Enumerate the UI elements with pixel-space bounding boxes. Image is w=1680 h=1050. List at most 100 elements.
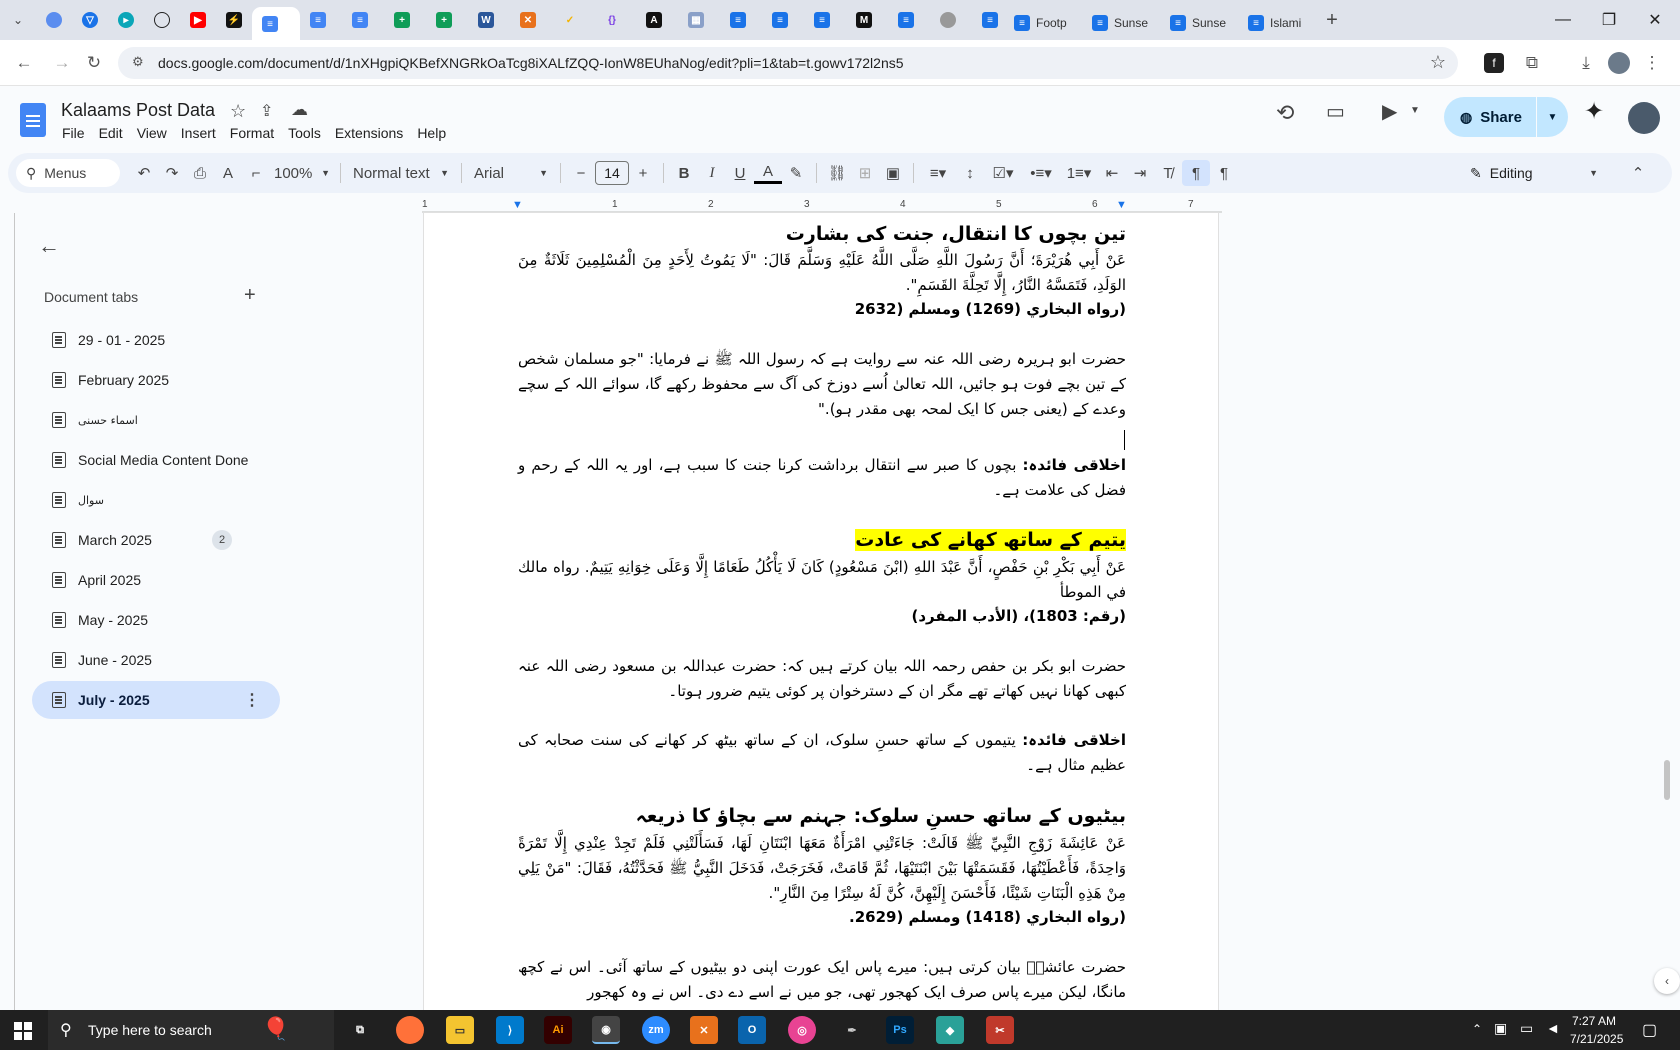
pinned-tab-icon[interactable]: A bbox=[646, 12, 662, 28]
extensions-puzzle-icon[interactable]: ⧉ bbox=[1520, 51, 1544, 75]
vscode-icon[interactable]: ⟩ bbox=[496, 1016, 524, 1044]
collapse-menu-icon[interactable]: ⌃ bbox=[1624, 160, 1652, 186]
numbered-list-icon[interactable]: 1≡▾ bbox=[1060, 160, 1098, 186]
sheets-icon[interactable]: + bbox=[436, 12, 452, 28]
sidebar-tab-asma-husna[interactable]: اسماء حسنی bbox=[32, 401, 280, 439]
bold-icon[interactable]: B bbox=[670, 160, 698, 186]
pinned-tab-icon[interactable]: ✓ bbox=[562, 12, 578, 28]
history-icon[interactable]: ⟲ bbox=[1276, 100, 1294, 126]
user-avatar[interactable] bbox=[1628, 102, 1660, 134]
pinned-tab-icon[interactable]: ⚡ bbox=[226, 12, 242, 28]
tray-chevron-up-icon[interactable]: ⌃ bbox=[1472, 1022, 1482, 1036]
docs-icon[interactable]: ≡ bbox=[730, 12, 746, 28]
outlook-icon[interactable]: O bbox=[738, 1016, 766, 1044]
tray-icon[interactable]: ▣ bbox=[1494, 1020, 1507, 1037]
font-select[interactable]: Arial ▼ bbox=[468, 160, 554, 186]
globe-tab-icon[interactable] bbox=[940, 12, 956, 28]
address-bar[interactable]: ⚙ docs.google.com/document/d/1nXHgpiQKBe… bbox=[118, 47, 1458, 79]
print-icon[interactable]: ⎙ bbox=[186, 160, 214, 186]
font-size-input[interactable]: 14 bbox=[595, 161, 629, 185]
paint-format-icon[interactable]: ⌐ bbox=[242, 160, 270, 186]
sidebar-tab-april-2025[interactable]: April 2025 bbox=[32, 561, 280, 599]
increase-indent-icon[interactable]: ⇥ bbox=[1126, 160, 1154, 186]
taskbar-search-input[interactable]: ⚲ Type here to search 🎈 bbox=[48, 1010, 334, 1050]
more-options-icon[interactable]: ⋮ bbox=[244, 690, 260, 710]
undo-icon[interactable]: ↶ bbox=[130, 160, 158, 186]
app-icon[interactable]: ◆ bbox=[936, 1016, 964, 1044]
browser-tab-0[interactable]: ≡ Footp bbox=[1004, 7, 1082, 39]
browser-tab-3[interactable]: ≡ Islami bbox=[1238, 7, 1316, 39]
restore-icon[interactable]: ❐ bbox=[1586, 0, 1632, 40]
browser-tab-2[interactable]: ≡ Sunse bbox=[1160, 7, 1238, 39]
redo-icon[interactable]: ↷ bbox=[158, 160, 186, 186]
zoom-select[interactable]: 100% ▼ bbox=[270, 160, 334, 186]
photoshop-icon[interactable]: Ps bbox=[886, 1016, 914, 1044]
spellcheck-icon[interactable]: A bbox=[214, 160, 242, 186]
chrome-icon[interactable]: ◉ bbox=[592, 1016, 620, 1044]
code-tab-icon[interactable]: {} bbox=[604, 12, 620, 28]
sidebar-tab-june-2025[interactable]: June - 2025 bbox=[32, 641, 280, 679]
sidebar-tab-29-01-2025[interactable]: 29 - 01 - 2025 bbox=[32, 321, 280, 359]
back-icon[interactable]: ← bbox=[12, 51, 36, 75]
extension-icon[interactable]: f bbox=[1484, 53, 1504, 73]
share-button[interactable]: ◍ Share ▼ bbox=[1444, 97, 1568, 137]
text-color-icon[interactable]: A bbox=[754, 162, 782, 184]
line-spacing-icon[interactable]: ↕ bbox=[956, 160, 984, 186]
word-tab-icon[interactable]: W bbox=[478, 12, 494, 28]
editing-mode-select[interactable]: ✎ Editing ▼ bbox=[1470, 159, 1598, 187]
menu-insert[interactable]: Insert bbox=[181, 125, 223, 141]
sidebar-tab-march-2025[interactable]: March 2025 2 bbox=[32, 521, 280, 559]
minimize-icon[interactable]: — bbox=[1540, 0, 1586, 40]
highlight-color-icon[interactable]: ✎ bbox=[782, 160, 810, 186]
task-view-icon[interactable]: ⧉ bbox=[346, 1016, 374, 1044]
chevron-down-icon[interactable]: ▼ bbox=[1410, 105, 1420, 116]
menu-format[interactable]: Format bbox=[230, 125, 281, 141]
browser-menu-icon[interactable]: ⋮ bbox=[1640, 51, 1664, 75]
pinned-tab-icon[interactable]: ✕ bbox=[520, 12, 536, 28]
style-select[interactable]: Normal text ▼ bbox=[347, 160, 455, 186]
ltr-icon[interactable]: ¶ bbox=[1182, 160, 1210, 186]
youtube-tab-icon[interactable]: ▶ bbox=[190, 12, 206, 28]
align-icon[interactable]: ≡▾ bbox=[920, 160, 956, 186]
pen-tool-icon[interactable]: ✒ bbox=[838, 1016, 866, 1044]
illustrator-icon[interactable]: Ai bbox=[544, 1016, 572, 1044]
pinned-tab-icon[interactable]: ▸ bbox=[118, 12, 134, 28]
rtl-icon[interactable]: ¶ bbox=[1210, 160, 1238, 186]
sidebar-tab-february-2025[interactable]: February 2025 bbox=[32, 361, 280, 399]
menu-tools[interactable]: Tools bbox=[288, 125, 328, 141]
docs-icon[interactable]: ≡ bbox=[898, 12, 914, 28]
menus-search[interactable]: ⚲ Menus bbox=[16, 159, 120, 187]
sheets-icon[interactable]: + bbox=[394, 12, 410, 28]
docs-icon[interactable]: ≡ bbox=[814, 12, 830, 28]
reload-icon[interactable]: ↻ bbox=[82, 51, 106, 75]
docs-logo-icon[interactable] bbox=[20, 103, 46, 137]
decrease-indent-icon[interactable]: ⇤ bbox=[1098, 160, 1126, 186]
bookmark-star-icon[interactable]: ☆ bbox=[1430, 52, 1446, 73]
back-arrow-icon[interactable]: ← bbox=[38, 233, 60, 259]
insert-image-icon[interactable]: ▣ bbox=[879, 160, 907, 186]
add-tab-icon[interactable]: + bbox=[244, 284, 256, 307]
horizontal-ruler[interactable]: 1 1 2 3 4 5 6 7 ▼ ▼ bbox=[422, 197, 1222, 213]
sidebar-tab-social-media[interactable]: Social Media Content Done bbox=[32, 441, 280, 479]
medium-tab-icon[interactable]: M bbox=[856, 12, 872, 28]
clear-formatting-icon[interactable]: T̸ bbox=[1154, 160, 1182, 186]
meet-icon[interactable]: ▶ bbox=[1382, 99, 1397, 124]
menu-file[interactable]: File bbox=[62, 125, 92, 141]
gemini-icon[interactable]: ✦ bbox=[1584, 97, 1604, 126]
browser-tab-1[interactable]: ≡ Sunse bbox=[1082, 7, 1160, 39]
increase-font-size-icon[interactable]: + bbox=[629, 160, 657, 186]
insert-link-icon[interactable]: ⛓ bbox=[823, 160, 851, 186]
checklist-icon[interactable]: ☑▾ bbox=[984, 160, 1022, 186]
document-title[interactable]: Kalaams Post Data bbox=[61, 100, 215, 121]
sidebar-tab-sawal[interactable]: سوال bbox=[32, 481, 280, 519]
cloud-status-icon[interactable]: ☁ bbox=[291, 100, 308, 120]
snipping-tool-icon[interactable]: ✂ bbox=[986, 1016, 1014, 1044]
bulleted-list-icon[interactable]: •≡▾ bbox=[1022, 160, 1060, 186]
forward-icon[interactable]: → bbox=[50, 51, 74, 75]
volume-icon[interactable]: ◄ bbox=[1546, 1020, 1560, 1036]
windows-start-icon[interactable] bbox=[14, 1022, 32, 1040]
docs-icon[interactable]: ≡ bbox=[982, 12, 998, 28]
docs-icon[interactable]: ≡ bbox=[772, 12, 788, 28]
menu-help[interactable]: Help bbox=[417, 125, 453, 141]
openai-tab-icon[interactable] bbox=[154, 12, 170, 28]
